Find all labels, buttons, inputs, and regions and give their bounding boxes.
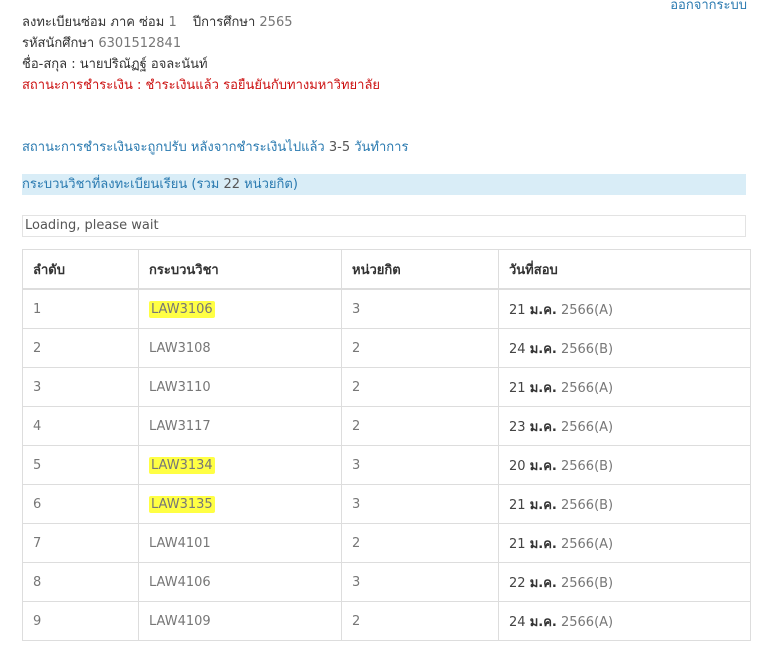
registration-line: ลงทะเบียนซ่อม ภาค ซ่อม 1 ปีการศึกษา 2565 xyxy=(22,12,380,33)
row-exam-date: 24 ม.ค. 2566(B) xyxy=(498,328,751,368)
year-label: ปีการศึกษา xyxy=(192,15,256,30)
table-row: 4 LAW3117 2 23 ม.ค. 2566(A) xyxy=(22,406,751,446)
table-row: 6 LAW3135 3 21 ม.ค. 2566(B) xyxy=(22,484,751,524)
row-course-code: LAW3135 xyxy=(138,484,342,524)
row-credits: 2 xyxy=(341,367,499,407)
payment-note: สถานะการชำระเงินจะถูกปรับ หลังจากชำระเงิ… xyxy=(22,136,408,157)
student-id-value: 6301512841 xyxy=(98,36,182,51)
course-code: LAW3106 xyxy=(149,300,215,318)
student-name-label: ชื่อ-สกุล : xyxy=(22,57,76,72)
row-no: 1 xyxy=(22,288,139,329)
table-row: 3 LAW3110 2 21 ม.ค. 2566(A) xyxy=(22,367,751,407)
row-no: 2 xyxy=(22,328,139,368)
course-code: LAW3134 xyxy=(149,456,215,474)
header-credits: หน่วยกิต xyxy=(341,249,499,290)
row-no: 4 xyxy=(22,406,139,446)
row-course-code: LAW4106 xyxy=(138,562,342,602)
payment-note-days: 3-5 xyxy=(328,140,351,155)
table-row: 7 LAW4101 2 21 ม.ค. 2566(A) xyxy=(22,523,751,563)
row-no: 6 xyxy=(22,484,139,524)
section-unit: หน่วยกิต) xyxy=(244,177,298,192)
course-code: LAW3110 xyxy=(149,379,211,395)
row-credits: 3 xyxy=(341,562,499,602)
row-exam-date: 21 ม.ค. 2566(A) xyxy=(498,288,751,329)
table-row: 1 LAW3106 3 21 ม.ค. 2566(A) xyxy=(22,288,751,329)
payment-note-text: สถานะการชำระเงินจะถูกปรับ หลังจากชำระเงิ… xyxy=(22,140,325,155)
row-course-code: LAW3134 xyxy=(138,445,342,485)
table-header-row: ลำดับ กระบวนวิชา หน่วยกิต วันที่สอบ xyxy=(22,249,751,290)
row-exam-date: 21 ม.ค. 2566(B) xyxy=(498,484,751,524)
row-credits: 3 xyxy=(341,288,499,329)
row-credits: 2 xyxy=(341,406,499,446)
row-course-code: LAW4101 xyxy=(138,523,342,563)
row-course-code: LAW3106 xyxy=(138,288,342,329)
year-value: 2565 xyxy=(259,15,293,30)
student-info: ลงทะเบียนซ่อม ภาค ซ่อม 1 ปีการศึกษา 2565… xyxy=(22,12,380,96)
row-credits: 3 xyxy=(341,484,499,524)
loading-message: Loading, please wait xyxy=(22,215,746,237)
table-row: 5 LAW3134 3 20 ม.ค. 2566(B) xyxy=(22,445,751,485)
registration-label: ลงทะเบียนซ่อม ภาค ซ่อม xyxy=(22,15,165,30)
row-exam-date: 21 ม.ค. 2566(A) xyxy=(498,367,751,407)
course-code: LAW3108 xyxy=(149,340,211,356)
row-no: 7 xyxy=(22,523,139,563)
row-no: 5 xyxy=(22,445,139,485)
course-code: LAW3135 xyxy=(149,495,215,513)
header-no: ลำดับ xyxy=(22,249,139,290)
row-credits: 2 xyxy=(341,328,499,368)
payment-note-suffix: วันทำการ xyxy=(354,140,409,155)
course-code: LAW4106 xyxy=(149,574,211,590)
row-exam-date: 20 ม.ค. 2566(B) xyxy=(498,445,751,485)
registered-courses-heading: กระบวนวิชาที่ลงทะเบียนเรียน (รวม 22 หน่ว… xyxy=(22,174,746,195)
section-title: กระบวนวิชาที่ลงทะเบียนเรียน (รวม xyxy=(22,177,220,192)
table-row: 8 LAW4106 3 22 ม.ค. 2566(B) xyxy=(22,562,751,602)
row-course-code: LAW4109 xyxy=(138,601,342,641)
row-exam-date: 24 ม.ค. 2566(A) xyxy=(498,601,751,641)
row-course-code: LAW3108 xyxy=(138,328,342,368)
row-no: 8 xyxy=(22,562,139,602)
course-code: LAW4109 xyxy=(149,613,211,629)
table-row: 2 LAW3108 2 24 ม.ค. 2566(B) xyxy=(22,328,751,368)
table-row: 9 LAW4109 2 24 ม.ค. 2566(A) xyxy=(22,601,751,641)
section-total-credits: 22 xyxy=(223,177,241,192)
row-exam-date: 21 ม.ค. 2566(A) xyxy=(498,523,751,563)
row-exam-date: 22 ม.ค. 2566(B) xyxy=(498,562,751,602)
payment-status: สถานะการชำระเงิน : ชำระเงินแล้ว รอยืนยัน… xyxy=(22,78,381,93)
term-value: 1 xyxy=(168,15,177,30)
row-credits: 2 xyxy=(341,601,499,641)
row-no: 9 xyxy=(22,601,139,641)
courses-table: ลำดับ กระบวนวิชา หน่วยกิต วันที่สอบ 1 LA… xyxy=(22,249,751,641)
row-credits: 3 xyxy=(341,445,499,485)
row-course-code: LAW3110 xyxy=(138,367,342,407)
course-code: LAW3117 xyxy=(149,418,211,434)
courses-table-body: 1 LAW3106 3 21 ม.ค. 2566(A) 2 LAW3108 2 … xyxy=(22,288,751,641)
student-id-label: รหัสนักศึกษา xyxy=(22,36,95,51)
row-no: 3 xyxy=(22,367,139,407)
row-credits: 2 xyxy=(341,523,499,563)
logout-link[interactable]: ออกจากระบบ xyxy=(670,0,747,15)
row-exam-date: 23 ม.ค. 2566(A) xyxy=(498,406,751,446)
header-course: กระบวนวิชา xyxy=(138,249,342,290)
row-course-code: LAW3117 xyxy=(138,406,342,446)
student-name-value: นายปริณัฏฐ์ อจละนันท์ xyxy=(79,57,208,72)
student-id-line: รหัสนักศึกษา 6301512841 xyxy=(22,33,380,54)
student-name-line: ชื่อ-สกุล : นายปริณัฏฐ์ อจละนันท์ xyxy=(22,54,380,75)
course-code: LAW4101 xyxy=(149,535,211,551)
header-exam-date: วันที่สอบ xyxy=(498,249,751,290)
